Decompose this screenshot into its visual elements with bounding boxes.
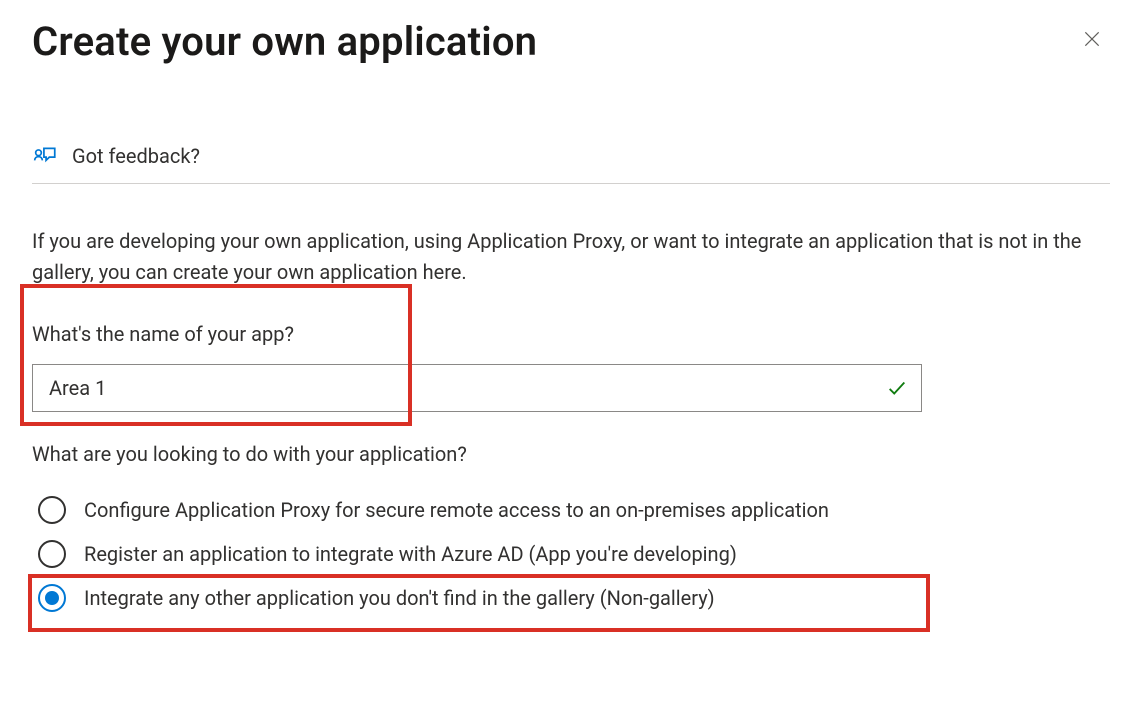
feedback-icon bbox=[32, 143, 58, 169]
close-icon bbox=[1082, 29, 1102, 54]
page-title: Create your own application bbox=[32, 18, 537, 65]
radio-button bbox=[38, 540, 66, 568]
radio-option-app-proxy[interactable]: Configure Application Proxy for secure r… bbox=[32, 488, 1110, 532]
description-text: If you are developing your own applicati… bbox=[32, 226, 1087, 288]
checkmark-icon bbox=[886, 377, 908, 399]
close-button[interactable] bbox=[1074, 24, 1110, 60]
radio-button bbox=[38, 496, 66, 524]
radio-option-non-gallery[interactable]: Integrate any other application you don'… bbox=[32, 576, 1110, 620]
app-name-label: What's the name of your app? bbox=[32, 322, 1110, 346]
radio-option-register[interactable]: Register an application to integrate wit… bbox=[32, 532, 1110, 576]
radio-label: Integrate any other application you don'… bbox=[84, 586, 715, 610]
feedback-link[interactable]: Got feedback? bbox=[32, 143, 1110, 184]
app-name-input[interactable] bbox=[32, 364, 922, 412]
feedback-label: Got feedback? bbox=[72, 144, 200, 168]
radio-question-label: What are you looking to do with your app… bbox=[32, 442, 1110, 466]
radio-label: Register an application to integrate wit… bbox=[84, 542, 737, 566]
radio-label: Configure Application Proxy for secure r… bbox=[84, 498, 829, 522]
radio-button-selected bbox=[38, 584, 66, 612]
